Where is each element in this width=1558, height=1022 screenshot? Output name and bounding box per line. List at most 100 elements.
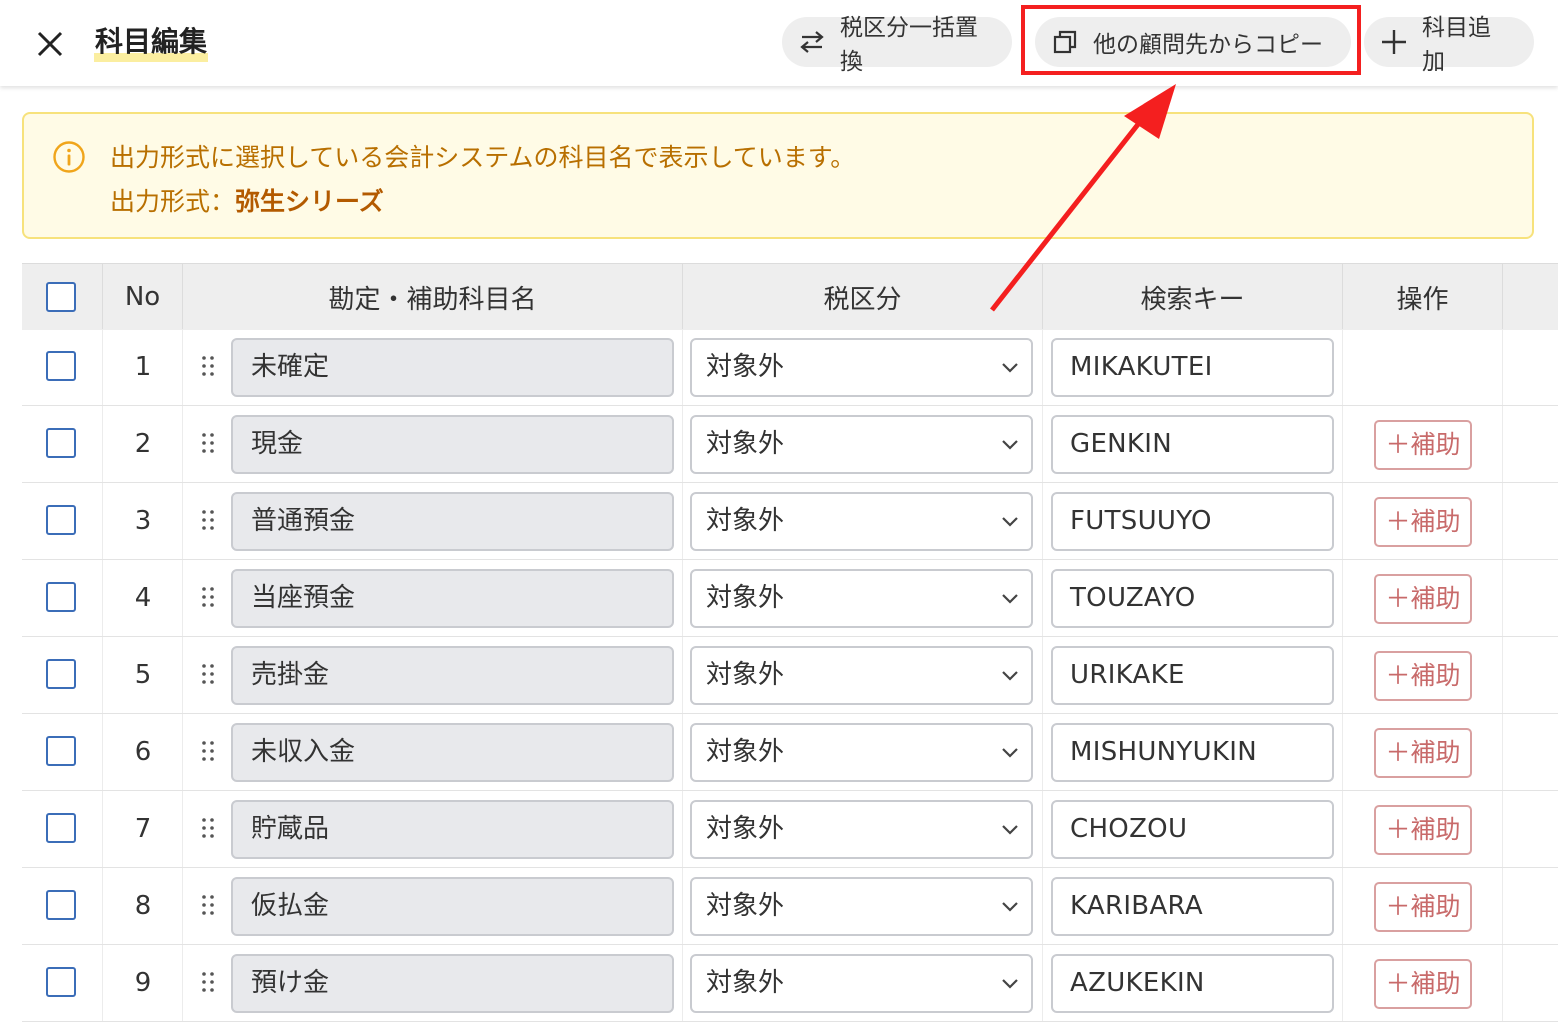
row-checkbox-cell (22, 483, 103, 559)
drag-handle-icon[interactable] (201, 662, 215, 686)
tax-bulk-replace-button[interactable]: 税区分一括置換 (782, 15, 1012, 75)
chevron-down-icon (1002, 363, 1018, 373)
drag-handle-icon[interactable] (201, 970, 215, 994)
search-key-input[interactable]: FUTSUUYO (1051, 492, 1334, 551)
row-no-cell: 4 (103, 560, 183, 636)
tax-category-select[interactable]: 対象外 (690, 338, 1033, 397)
notice-message: 出力形式に選択している会計システムの科目名で表示しています。 (110, 143, 856, 172)
account-name-field[interactable]: 売掛金 (231, 646, 674, 705)
search-key-input[interactable]: CHOZOU (1051, 800, 1334, 859)
add-sub-account-button[interactable]: ＋補助 (1374, 574, 1472, 624)
tax-category-value: 対象外 (706, 891, 785, 921)
row-checkbox[interactable] (46, 813, 76, 843)
tax-category-select[interactable]: 対象外 (690, 800, 1033, 859)
account-name-field[interactable]: 普通預金 (231, 492, 674, 551)
row-number: 4 (134, 583, 152, 613)
plus-icon (1382, 30, 1406, 54)
add-sub-account-button[interactable]: ＋補助 (1374, 882, 1472, 932)
copy-icon (1053, 30, 1077, 54)
header-bar: 科目編集 税区分一括置換 他の顧問先からコピー 科目追加 (0, 0, 1558, 86)
row-checkbox[interactable] (46, 736, 76, 766)
search-key-input[interactable]: GENKIN (1051, 415, 1334, 474)
add-sub-account-button[interactable]: ＋補助 (1374, 805, 1472, 855)
search-key-input[interactable]: KARIBARA (1051, 877, 1334, 936)
row-checkbox[interactable] (46, 890, 76, 920)
row-checkbox-cell (22, 406, 103, 482)
chevron-down-icon (1002, 825, 1018, 835)
row-no-cell: 9 (103, 945, 183, 1021)
row-number: 6 (134, 737, 152, 767)
account-name-field[interactable]: 未確定 (231, 338, 674, 397)
search-key-input[interactable]: MISHUNYUKIN (1051, 723, 1334, 782)
tax-category-select[interactable]: 対象外 (690, 723, 1033, 782)
row-action-cell (1343, 329, 1503, 405)
header-tax-category: 税区分 (683, 264, 1043, 330)
notice-format-label: 出力形式： (110, 187, 236, 216)
drag-handle-icon[interactable] (201, 354, 215, 378)
row-checkbox[interactable] (46, 428, 76, 458)
row-checkbox[interactable] (46, 505, 76, 535)
row-number: 1 (134, 352, 152, 382)
row-no-cell: 5 (103, 637, 183, 713)
row-checkbox-cell (22, 560, 103, 636)
copy-from-other-client-button[interactable]: 他の顧問先からコピー (1035, 17, 1351, 67)
row-checkbox[interactable] (46, 351, 76, 381)
table-row: 6 未収入金 対象外 MISHUNYUKIN ＋補助 (22, 714, 1558, 791)
account-name-field[interactable]: 未収入金 (231, 723, 674, 782)
account-name-field[interactable]: 貯蔵品 (231, 800, 674, 859)
tax-category-select[interactable]: 対象外 (690, 877, 1033, 936)
account-name-field[interactable]: 預け金 (231, 954, 674, 1013)
row-checkbox[interactable] (46, 659, 76, 689)
add-sub-account-button[interactable]: ＋補助 (1374, 651, 1472, 701)
chevron-down-icon (1002, 748, 1018, 758)
row-number: 5 (134, 660, 152, 690)
tax-category-select[interactable]: 対象外 (690, 492, 1033, 551)
tax-category-value: 対象外 (706, 352, 785, 382)
row-checkbox[interactable] (46, 967, 76, 997)
page-title: 科目編集 (94, 22, 209, 62)
drag-handle-icon[interactable] (201, 816, 215, 840)
add-sub-account-button[interactable]: ＋補助 (1374, 420, 1472, 470)
tax-category-select[interactable]: 対象外 (690, 569, 1033, 628)
header-no: No (103, 264, 183, 330)
tax-category-select[interactable]: 対象外 (690, 646, 1033, 705)
tax-category-value: 対象外 (706, 814, 785, 844)
info-icon (53, 141, 85, 173)
row-no-cell: 1 (103, 329, 183, 405)
tax-category-value: 対象外 (706, 737, 785, 767)
header-actions: 操作 (1343, 264, 1503, 330)
account-name-field[interactable]: 仮払金 (231, 877, 674, 936)
drag-handle-icon[interactable] (201, 508, 215, 532)
select-all-checkbox[interactable] (46, 282, 76, 312)
swap-arrows-icon (800, 31, 824, 53)
add-sub-account-button[interactable]: ＋補助 (1374, 728, 1472, 778)
search-key-input[interactable]: AZUKEKIN (1051, 954, 1334, 1013)
tax-category-select[interactable]: 対象外 (690, 954, 1033, 1013)
tax-category-value: 対象外 (706, 506, 785, 536)
chevron-down-icon (1002, 979, 1018, 989)
row-number: 7 (134, 814, 152, 844)
row-checkbox-cell (22, 329, 103, 405)
add-account-button[interactable]: 科目追加 (1364, 15, 1534, 75)
row-checkbox-cell (22, 945, 103, 1021)
search-key-input[interactable]: TOUZAYO (1051, 569, 1334, 628)
row-checkbox[interactable] (46, 582, 76, 612)
add-sub-account-button[interactable]: ＋補助 (1374, 959, 1472, 1009)
tax-bulk-replace-label: 税区分一括置換 (840, 15, 978, 75)
chevron-down-icon (1002, 671, 1018, 681)
search-key-input[interactable]: MIKAKUTEI (1051, 338, 1334, 397)
row-no-cell: 7 (103, 791, 183, 867)
search-key-input[interactable]: URIKAKE (1051, 646, 1334, 705)
row-number: 9 (134, 968, 152, 998)
chevron-down-icon (1002, 440, 1018, 450)
drag-handle-icon[interactable] (201, 431, 215, 455)
drag-handle-icon[interactable] (201, 739, 215, 763)
copy-from-other-client-label: 他の顧問先からコピー (1093, 32, 1323, 58)
tax-category-select[interactable]: 対象外 (690, 415, 1033, 474)
drag-handle-icon[interactable] (201, 585, 215, 609)
account-name-field[interactable]: 現金 (231, 415, 674, 474)
close-button[interactable] (30, 24, 70, 64)
account-name-field[interactable]: 当座預金 (231, 569, 674, 628)
add-sub-account-button[interactable]: ＋補助 (1374, 497, 1472, 547)
drag-handle-icon[interactable] (201, 893, 215, 917)
